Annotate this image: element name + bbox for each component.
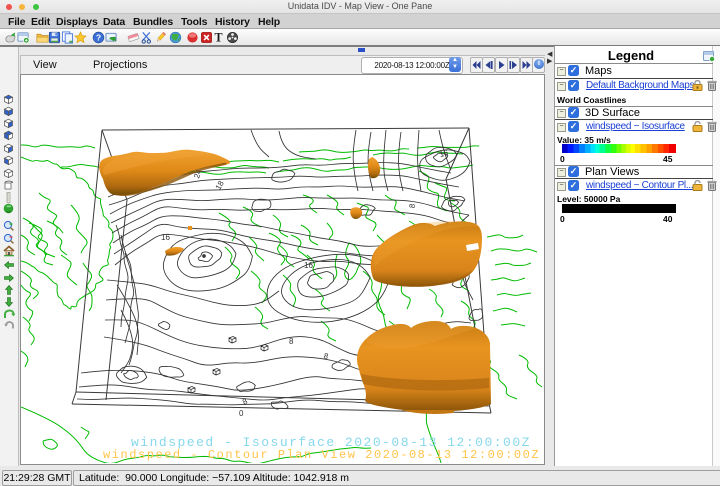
svg-text:16: 16 xyxy=(161,233,170,242)
svg-text:8: 8 xyxy=(289,337,294,346)
svg-text:?: ? xyxy=(95,32,100,42)
svg-text:windspeed - Contour Plan View: windspeed - Contour Plan View 2020-08-13… xyxy=(103,448,540,462)
svg-text:0: 0 xyxy=(239,409,244,418)
svg-text:16: 16 xyxy=(304,261,313,270)
svg-text:T: T xyxy=(214,31,222,44)
svg-text:8: 8 xyxy=(408,203,418,209)
svg-text:8: 8 xyxy=(241,396,249,406)
